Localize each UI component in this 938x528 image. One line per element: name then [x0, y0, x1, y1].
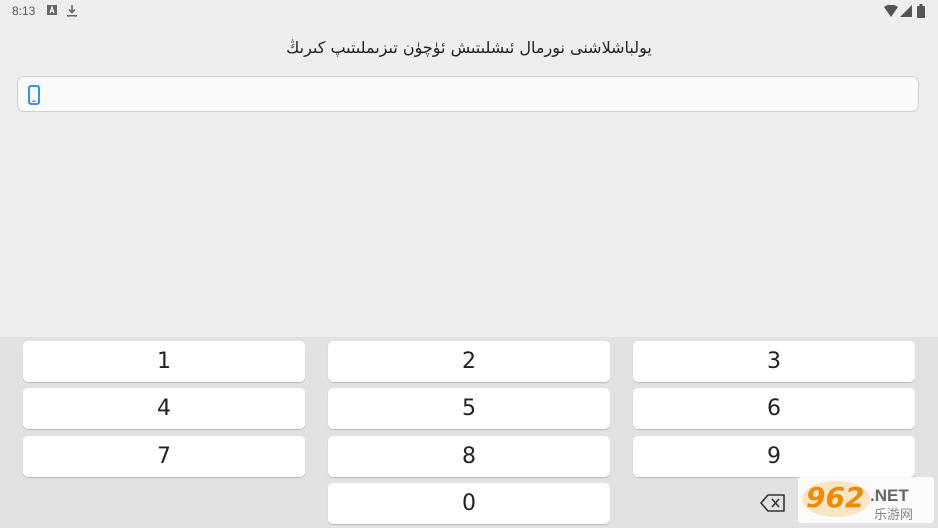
key-5[interactable]: 5 — [328, 388, 610, 429]
key-8[interactable]: 8 — [328, 436, 610, 477]
key-3[interactable]: 3 — [633, 341, 915, 382]
cellular-icon — [900, 5, 912, 17]
status-time: 8:13 — [12, 4, 36, 18]
wifi-icon — [884, 5, 898, 17]
backspace-icon[interactable] — [760, 493, 786, 513]
battery-icon — [917, 4, 925, 18]
key-6[interactable]: 6 — [633, 388, 915, 429]
key-1[interactable]: 1 — [23, 341, 305, 382]
key-7[interactable]: 7 — [23, 436, 305, 477]
phone-number-input[interactable] — [50, 81, 914, 109]
key-9[interactable]: 9 — [633, 436, 915, 477]
download-icon — [67, 5, 77, 17]
watermark-logo: 962 .NET 乐游网 — [798, 477, 934, 523]
key-2[interactable]: 2 — [328, 341, 610, 382]
key-4[interactable]: 4 — [23, 388, 305, 429]
phone-input-container[interactable] — [17, 76, 919, 112]
page-title: يولباشلاشنى نورمال ئىشلىتىش ئۈچۈن تىزىمل… — [286, 38, 652, 57]
key-0[interactable]: 0 — [328, 483, 610, 524]
watermark-suffix: .NET — [870, 486, 909, 505]
watermark-brand: 962 — [806, 481, 864, 514]
watermark-subtitle: 乐游网 — [874, 508, 913, 523]
phone-icon — [28, 85, 40, 105]
a-notification-icon — [47, 5, 57, 15]
status-bar: 8:13 — [0, 0, 938, 22]
